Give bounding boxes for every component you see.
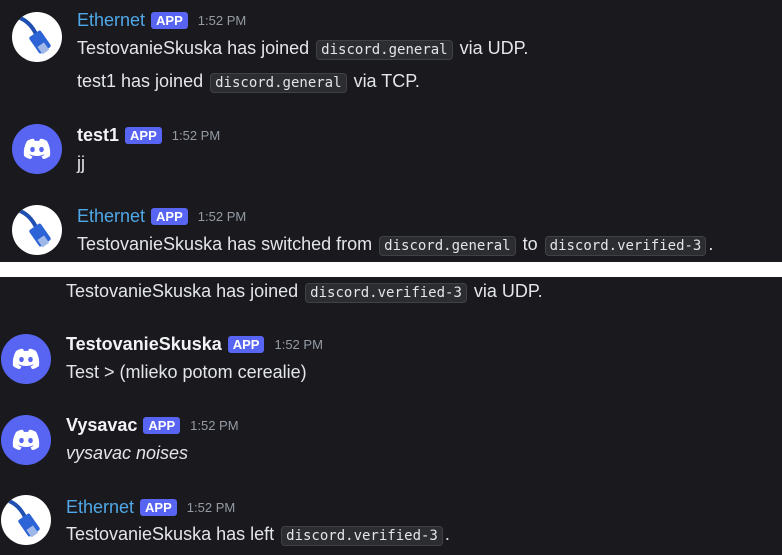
message-text: TestovanieSkuska has joined discord.gene…: [77, 38, 529, 60]
discord-logo-icon: [12, 348, 40, 369]
message-text-part: .: [444, 524, 450, 544]
username[interactable]: Ethernet: [77, 10, 145, 31]
channel-code: discord.general: [316, 40, 453, 60]
message-list-bottom: TestovanieSkuska has joined discord.veri…: [0, 277, 782, 555]
app-badge: APP: [143, 417, 181, 434]
message-text-part: TestovanieSkuska has joined: [66, 281, 299, 301]
message-text: vysavac noises: [66, 443, 189, 463]
ethernet-cable-icon: [19, 16, 51, 55]
avatar[interactable]: [12, 205, 62, 255]
message-text-part: .: [708, 234, 714, 254]
avatar[interactable]: [12, 12, 62, 62]
username[interactable]: Ethernet: [66, 497, 134, 518]
message-text: TestovanieSkuska has joined discord.veri…: [66, 281, 543, 303]
app-badge: APP: [227, 336, 265, 353]
message-text-part: via TCP.: [353, 71, 420, 91]
message-text: jj: [77, 153, 85, 173]
timestamp: 1:52 PM: [171, 128, 221, 143]
username[interactable]: Vysavac: [66, 415, 137, 436]
timestamp: 1:52 PM: [190, 418, 239, 433]
message-text-part: to: [522, 234, 538, 254]
timestamp: 1:52 PM: [186, 500, 236, 515]
discord-logo-icon: [23, 138, 51, 159]
message-text-part: TestovanieSkuska has switched from: [77, 234, 373, 254]
message-text: test1 has joined discord.general via TCP…: [77, 71, 420, 93]
discord-logo-icon: [12, 429, 40, 450]
avatar[interactable]: [12, 124, 62, 174]
message-text-part: via UDP.: [473, 281, 543, 301]
message-list-top: Ethernet APP 1:52 PM TestovanieSkuska ha…: [0, 0, 782, 262]
message-text: Test > (mlieko potom cerealie): [66, 362, 307, 382]
timestamp: 1:52 PM: [197, 209, 247, 224]
ethernet-cable-icon: [8, 499, 40, 538]
message-text-part: TestovanieSkuska has left: [66, 524, 275, 544]
app-badge: APP: [151, 12, 188, 29]
avatar[interactable]: [1, 334, 51, 384]
avatar[interactable]: [1, 495, 51, 545]
timestamp: 1:52 PM: [197, 13, 247, 28]
message-text-part: TestovanieSkuska has joined: [77, 38, 310, 58]
ethernet-cable-icon: [19, 209, 51, 248]
channel-code: discord.general: [210, 73, 347, 93]
username[interactable]: TestovanieSkuska: [66, 334, 222, 355]
app-badge: APP: [151, 208, 188, 225]
channel-code: discord.verified-3: [544, 236, 707, 256]
app-badge: APP: [140, 499, 177, 516]
message-text-part: test1 has joined: [77, 71, 204, 91]
message-text: TestovanieSkuska has switched from disco…: [77, 234, 714, 256]
username[interactable]: Ethernet: [77, 206, 145, 227]
message-text: TestovanieSkuska has left discord.verifi…: [66, 524, 450, 546]
channel-code: discord.general: [379, 236, 516, 256]
separator: [0, 262, 782, 277]
message-text-part: via UDP.: [459, 38, 529, 58]
channel-code: discord.verified-3: [305, 283, 467, 303]
avatar[interactable]: [1, 415, 51, 465]
timestamp: 1:52 PM: [274, 337, 323, 352]
username[interactable]: test1: [77, 125, 119, 146]
channel-code: discord.verified-3: [281, 526, 443, 546]
app-badge: APP: [125, 127, 162, 144]
